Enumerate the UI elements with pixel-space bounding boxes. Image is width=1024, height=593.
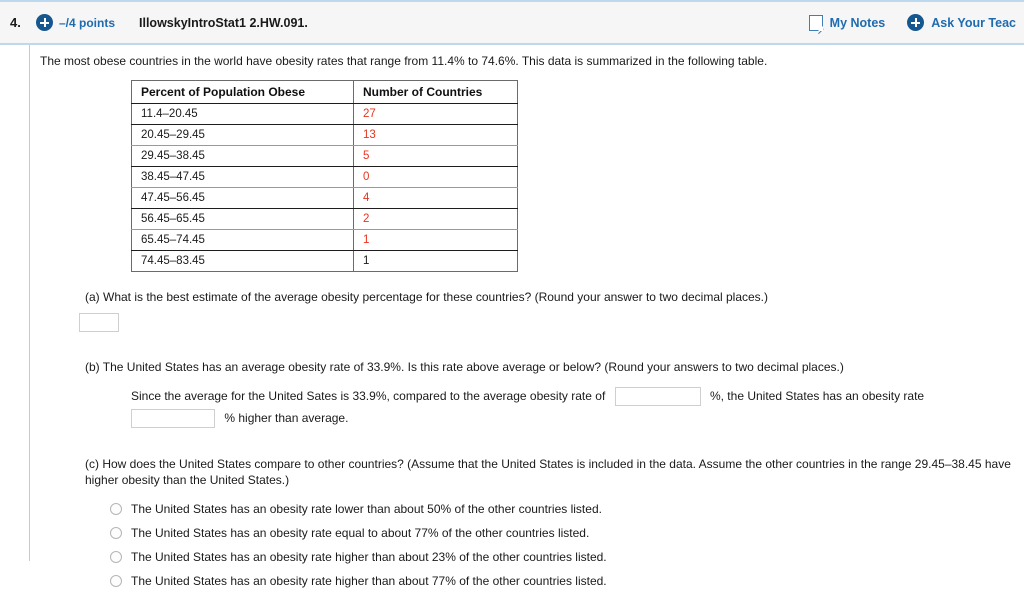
- radio-button-icon[interactable]: [110, 551, 122, 563]
- part-c-question: (c) How does the United States compare t…: [85, 457, 1011, 487]
- intro-text: The most obese countries in the world ha…: [40, 54, 768, 68]
- table-row: 38.45–47.45 0: [131, 166, 518, 188]
- part-b: (b) The United States has an average obe…: [85, 360, 1024, 430]
- part-b-sentence-1: Since the average for the United Sates i…: [131, 389, 606, 403]
- note-page-icon: [808, 14, 824, 31]
- cell-range: 47.45–56.45: [131, 187, 354, 209]
- part-b-sentence-3: % higher than average.: [224, 411, 349, 425]
- cell-count: 4: [353, 187, 518, 209]
- part-a: (a) What is the best estimate of the ave…: [79, 290, 1024, 332]
- option-row[interactable]: The United States has an obesity rate lo…: [110, 497, 1024, 521]
- cell-range: 20.45–29.45: [131, 124, 354, 146]
- question-number: 4.: [10, 15, 21, 30]
- cell-range: 74.45–83.45: [131, 250, 354, 272]
- option-label: The United States has an obesity rate hi…: [131, 574, 607, 588]
- cell-count: 5: [353, 145, 518, 167]
- cell-count: 2: [353, 208, 518, 230]
- cell-range: 11.4–20.45: [131, 103, 354, 125]
- option-label: The United States has an obesity rate lo…: [131, 502, 602, 516]
- part-b-rate-input[interactable]: [614, 387, 701, 407]
- part-c: (c) How does the United States compare t…: [85, 457, 1024, 593]
- part-b-percent-input[interactable]: [131, 409, 215, 429]
- option-row[interactable]: The United States has an obesity rate hi…: [110, 545, 1024, 569]
- table-row: 29.45–38.45 5: [131, 145, 518, 167]
- radio-button-icon[interactable]: [110, 527, 122, 539]
- cell-count: 1: [353, 229, 518, 251]
- part-a-answer-input[interactable]: [79, 312, 119, 332]
- assignment-title: IllowskyIntroStat1 2.HW.091.: [139, 15, 308, 30]
- plus-circle-icon: [907, 14, 925, 31]
- cell-count: 27: [353, 103, 518, 125]
- cell-range: 38.45–47.45: [131, 166, 354, 188]
- table-header-row: Percent of Population Obese Number of Co…: [131, 80, 518, 104]
- table-row: 65.45–74.45 1: [131, 229, 518, 251]
- part-b-sentence: Since the average for the United Sates i…: [131, 385, 1024, 429]
- cell-count: 13: [353, 124, 518, 146]
- ask-your-teacher-label: Ask Your Teac: [931, 15, 1016, 30]
- radio-button-icon[interactable]: [110, 575, 122, 587]
- radio-button-icon[interactable]: [110, 503, 122, 515]
- plus-circle-icon[interactable]: [36, 14, 53, 31]
- table-row: 47.45–56.45 4: [131, 187, 518, 209]
- option-row[interactable]: The United States has an obesity rate eq…: [110, 521, 1024, 545]
- frequency-table-wrapper: Percent of Population Obese Number of Co…: [131, 80, 1024, 272]
- column-header-countries: Number of Countries: [353, 80, 518, 104]
- table-row: 56.45–65.45 2: [131, 208, 518, 230]
- table-row: 74.45–83.45 1: [131, 250, 518, 272]
- left-divider-rule: [29, 45, 30, 561]
- frequency-table: Percent of Population Obese Number of Co…: [131, 80, 518, 272]
- part-c-options: The United States has an obesity rate lo…: [110, 497, 1024, 593]
- part-b-question: (b) The United States has an average obe…: [85, 359, 844, 374]
- cell-range: 56.45–65.45: [131, 208, 354, 230]
- cell-count: 0: [353, 166, 518, 188]
- table-row: 20.45–29.45 13: [131, 124, 518, 146]
- question-header-bar: 4. –/4 points IllowskyIntroStat1 2.HW.09…: [0, 0, 1024, 45]
- column-header-percent: Percent of Population Obese: [131, 80, 354, 104]
- cell-range: 65.45–74.45: [131, 229, 354, 251]
- option-label: The United States has an obesity rate eq…: [131, 526, 590, 540]
- part-a-question: (a) What is the best estimate of the ave…: [85, 290, 769, 304]
- my-notes-label: My Notes: [829, 15, 886, 30]
- cell-count: 1: [363, 255, 370, 267]
- ask-your-teacher-button[interactable]: Ask Your Teac: [907, 14, 1016, 31]
- question-body: The most obese countries in the world ha…: [0, 45, 1024, 588]
- option-row[interactable]: The United States has an obesity rate hi…: [110, 569, 1024, 593]
- points-label: –/4 points: [59, 15, 116, 30]
- part-b-sentence-2: %, the United States has an obesity rate: [709, 389, 925, 403]
- table-row: 11.4–20.45 27: [131, 103, 518, 125]
- option-label: The United States has an obesity rate hi…: [131, 550, 607, 564]
- question-content: The most obese countries in the world ha…: [40, 45, 1024, 593]
- cell-range: 29.45–38.45: [131, 145, 354, 167]
- my-notes-button[interactable]: My Notes: [808, 14, 886, 31]
